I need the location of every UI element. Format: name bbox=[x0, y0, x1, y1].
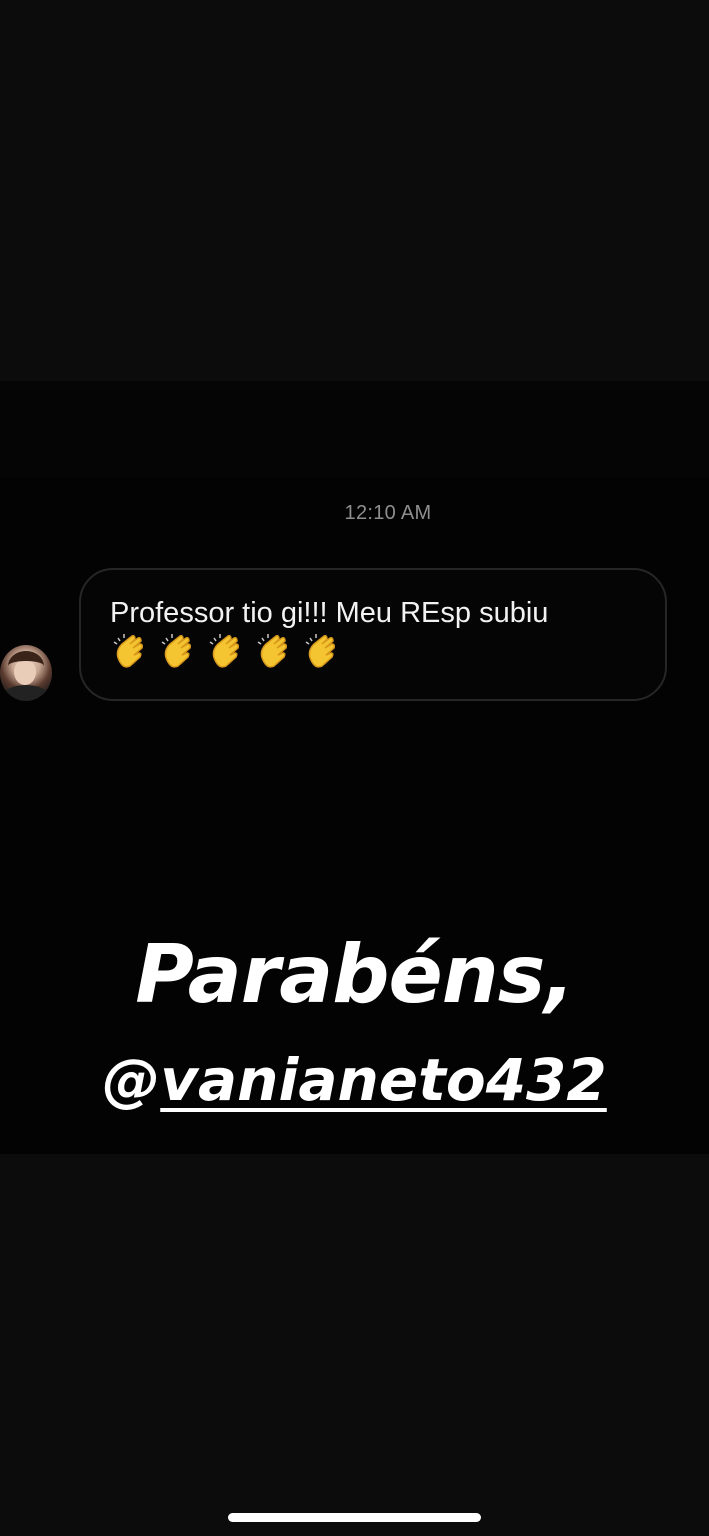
clapping-hands-icon bbox=[302, 632, 342, 672]
story-header-shade bbox=[0, 381, 709, 477]
clapping-hands-icon bbox=[254, 632, 294, 672]
mention-handle[interactable]: vanianeto432 bbox=[160, 1046, 607, 1114]
mention-prefix: @ bbox=[102, 1046, 161, 1114]
top-blank-area bbox=[0, 0, 709, 381]
story-title: Parabéns, bbox=[135, 928, 574, 1021]
user-mention[interactable]: @vanianeto432 bbox=[0, 1046, 709, 1114]
message-timestamp: 12:10 AM bbox=[344, 502, 432, 524]
avatar-body bbox=[4, 685, 48, 701]
clapping-hands-icon bbox=[110, 632, 150, 672]
story-frame bbox=[0, 381, 709, 1154]
emoji-row bbox=[110, 632, 342, 672]
clapping-hands-icon bbox=[206, 632, 246, 672]
clapping-hands-icon bbox=[158, 632, 198, 672]
home-indicator[interactable] bbox=[228, 1513, 481, 1522]
bottom-blank-area bbox=[0, 1154, 709, 1536]
avatar-hair bbox=[8, 651, 44, 681]
message-text: Professor tio gi!!! Meu REsp subiu bbox=[110, 597, 549, 629]
sender-avatar[interactable] bbox=[0, 645, 52, 701]
